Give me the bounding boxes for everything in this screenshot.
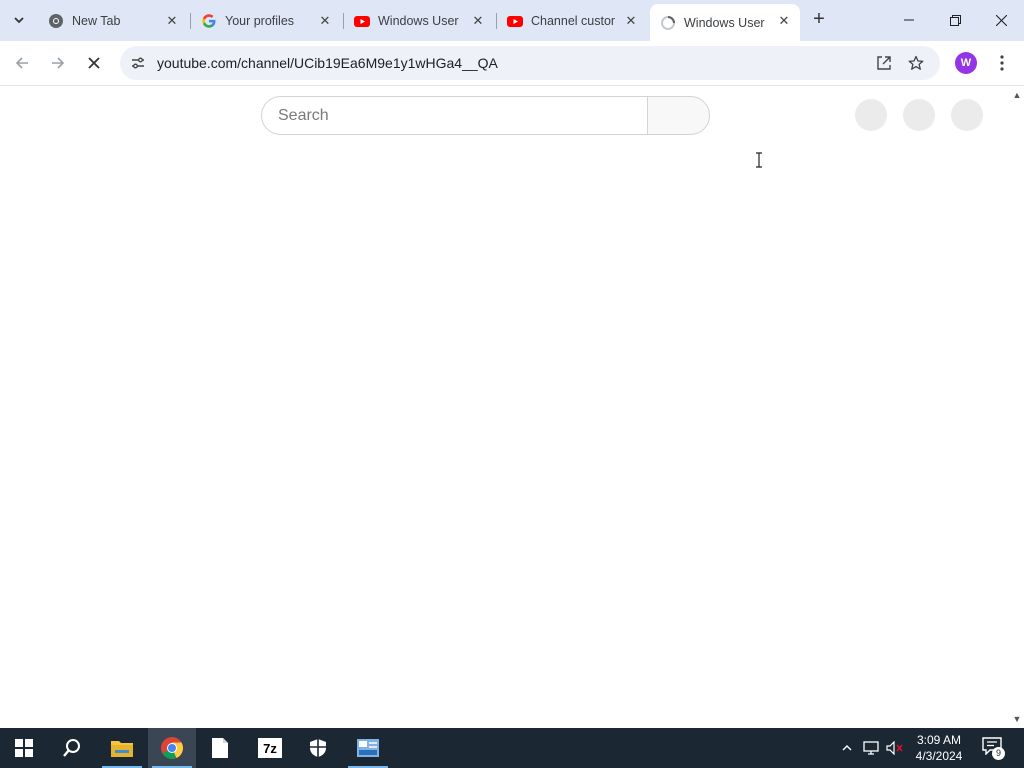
tab-your-profiles[interactable]: Your profiles ✕ <box>191 6 341 36</box>
tab-title: Windows User <box>684 15 765 30</box>
tab-strip: New Tab ✕ Your profiles ✕ Windows User ✕… <box>0 0 1024 41</box>
chevron-down-icon <box>14 17 24 24</box>
text-cursor-icon <box>756 152 762 168</box>
control-panel-icon <box>357 739 379 757</box>
loading-spinner-icon <box>660 15 676 31</box>
show-hidden-icons-button[interactable] <box>837 738 857 758</box>
clock-date: 4/3/2024 <box>915 749 963 763</box>
minimize-button[interactable] <box>886 0 932 40</box>
restore-icon <box>949 14 961 26</box>
tab-windows-user[interactable]: Windows User ✕ <box>344 6 494 36</box>
arrow-left-icon <box>15 57 28 69</box>
control-panel-button[interactable] <box>344 728 392 768</box>
more-menu-button[interactable] <box>990 51 1014 75</box>
notepad-icon <box>212 738 228 758</box>
taskbar-search-button[interactable] <box>48 728 96 768</box>
bookmark-star-icon[interactable] <box>905 52 927 74</box>
vertical-dots-icon <box>1000 55 1004 71</box>
chevron-up-icon <box>842 745 852 751</box>
scroll-up-arrow-icon[interactable]: ▲ <box>1012 90 1022 100</box>
close-tab-icon[interactable]: ✕ <box>776 13 792 29</box>
tab-new-tab[interactable]: New Tab ✕ <box>38 6 188 36</box>
youtube-search-box[interactable] <box>261 96 647 135</box>
search-input[interactable] <box>278 106 628 126</box>
back-button[interactable] <box>8 49 36 77</box>
chrome-icon <box>48 13 64 29</box>
svg-text:7z: 7z <box>263 741 277 756</box>
close-window-button[interactable] <box>978 0 1024 40</box>
volume-muted-icon[interactable] <box>885 738 905 758</box>
network-icon[interactable] <box>861 738 881 758</box>
site-info-icon[interactable] <box>128 53 148 73</box>
youtube-icon <box>507 13 523 29</box>
tab-title: Channel custom <box>531 14 615 28</box>
close-icon <box>995 14 1007 26</box>
forward-button[interactable] <box>44 49 72 77</box>
windows-logo-icon <box>15 739 33 757</box>
clock-time: 3:09 AM <box>916 733 962 747</box>
close-icon <box>88 57 100 69</box>
tab-search-button[interactable] <box>6 7 32 33</box>
stop-loading-button[interactable] <box>80 49 108 77</box>
page-content: ▲ ▼ <box>0 86 1024 728</box>
browser-toolbar: youtube.com/channel/UCib19Ea6M9e1y1wHGa4… <box>0 41 1024 86</box>
chrome-icon <box>161 737 183 759</box>
profile-avatar[interactable]: W <box>955 52 977 74</box>
avatar-placeholder[interactable] <box>951 99 983 131</box>
tab-title: Windows User <box>378 14 459 28</box>
search-button[interactable] <box>647 96 710 135</box>
minimize-icon <box>904 19 914 21</box>
file-explorer-icon <box>111 741 133 757</box>
tab-title: Your profiles <box>225 14 295 28</box>
close-tab-icon[interactable]: ✕ <box>470 13 486 29</box>
start-button[interactable] <box>0 728 48 768</box>
close-tab-icon[interactable]: ✕ <box>164 13 180 29</box>
arrow-right-icon <box>52 57 65 69</box>
defender-icon <box>310 739 326 757</box>
plus-icon: + <box>813 8 825 30</box>
header-icon-placeholder[interactable] <box>903 99 935 131</box>
close-tab-icon[interactable]: ✕ <box>623 13 639 29</box>
address-bar[interactable]: youtube.com/channel/UCib19Ea6M9e1y1wHGa4… <box>120 46 940 80</box>
tab-title: New Tab <box>72 14 121 28</box>
7zip-button[interactable]: 7z <box>246 728 294 768</box>
new-tab-button[interactable]: + <box>807 8 831 32</box>
chrome-taskbar-button[interactable] <box>148 728 196 768</box>
7zip-icon: 7z <box>258 738 282 758</box>
scroll-down-arrow-icon[interactable]: ▼ <box>1012 714 1022 724</box>
taskbar-clock[interactable]: 3:09 AM 4/3/2024 <box>906 732 972 764</box>
close-tab-icon[interactable]: ✕ <box>317 13 333 29</box>
restore-button[interactable] <box>932 0 978 40</box>
header-icon-placeholder[interactable] <box>855 99 887 131</box>
tab-channel-custom[interactable]: Channel custom ✕ <box>497 6 647 36</box>
action-center-button[interactable]: 9 <box>982 737 1005 760</box>
youtube-icon <box>354 13 370 29</box>
url-text[interactable]: youtube.com/channel/UCib19Ea6M9e1y1wHGa4… <box>157 55 498 71</box>
search-icon <box>63 739 80 757</box>
windows-security-button[interactable] <box>294 728 342 768</box>
open-in-app-icon[interactable] <box>873 52 895 74</box>
notification-count-badge: 9 <box>992 747 1005 760</box>
file-explorer-button[interactable] <box>98 728 146 768</box>
tab-windows-user-active[interactable]: Windows User ✕ <box>650 4 800 41</box>
notepad-button[interactable] <box>196 728 244 768</box>
google-icon <box>201 13 217 29</box>
windows-taskbar: 7z 3:09 AM 4/3/2024 9 <box>0 728 1024 768</box>
